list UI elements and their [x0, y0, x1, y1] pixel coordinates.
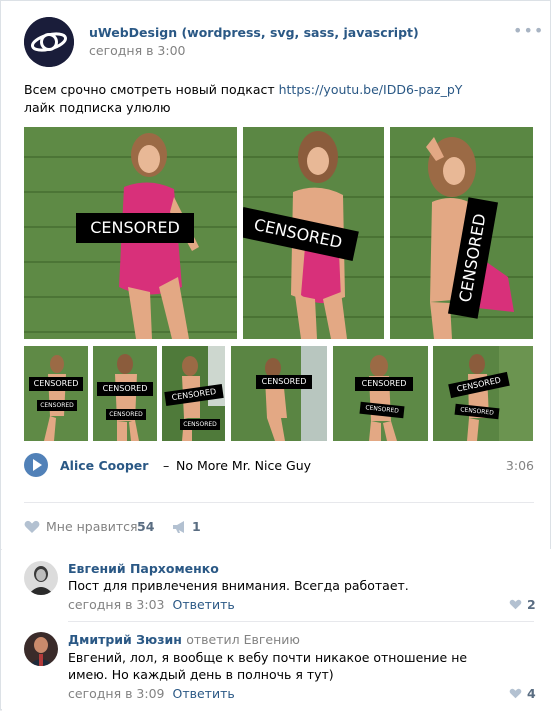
censor-bar: CENSORED: [37, 400, 77, 411]
comment-author[interactable]: Евгений Пархоменко: [68, 561, 219, 576]
post-text-line2: лайк подписка улюлю: [24, 100, 171, 115]
comment-replied-to[interactable]: ответил Евгению: [186, 632, 300, 647]
photo-1[interactable]: CENSORED: [24, 127, 237, 339]
thumb-2[interactable]: CENSORED CENSORED: [93, 346, 157, 441]
censor-bar: CENSORED: [180, 419, 220, 430]
like-label: Мне нравится: [46, 519, 138, 534]
thumb-1[interactable]: CENSORED CENSORED: [24, 346, 88, 441]
comment-like-button[interactable]: 4: [509, 686, 536, 701]
post-date[interactable]: сегодня в 3:00: [89, 43, 186, 58]
heart-icon: [509, 688, 522, 699]
comment-avatar[interactable]: [24, 632, 58, 666]
comment-author-name[interactable]: Дмитрий Зюзин: [68, 632, 182, 647]
censor-bar: CENSORED: [97, 382, 153, 396]
reply-button[interactable]: Ответить: [173, 686, 235, 701]
more-options-icon[interactable]: •••: [513, 23, 544, 39]
photo-2[interactable]: CENSORED: [243, 127, 384, 339]
comment-date[interactable]: сегодня в 3:03: [68, 597, 165, 612]
reply-button[interactable]: Ответить: [173, 597, 235, 612]
comment-text: Евгений, лол, я вообще к вебу почти ника…: [68, 650, 468, 682]
comment-author[interactable]: Дмитрий Зюзин ответил Евгению: [68, 632, 300, 647]
thumb-3[interactable]: CENSORED CENSORED: [162, 346, 225, 441]
share-count: 1: [192, 519, 201, 534]
audio-separator: –: [163, 458, 170, 473]
post-link[interactable]: https://youtu.be/IDD6-paz_pY: [279, 82, 463, 97]
megaphone-icon[interactable]: [172, 520, 188, 534]
comment-meta: сегодня в 3:03 Ответить: [68, 597, 235, 612]
post-text-line1: Всем срочно смотреть новый подкаст: [24, 82, 279, 97]
divider: [24, 502, 534, 503]
like-count: 54: [137, 519, 155, 534]
censor-bar: CENSORED: [106, 409, 146, 420]
comment-meta: сегодня в 3:09 Ответить: [68, 686, 235, 701]
thumb-6[interactable]: CENSORED CENSORED: [433, 346, 533, 441]
audio-duration: 3:06: [505, 458, 534, 473]
comment-date[interactable]: сегодня в 3:09: [68, 686, 165, 701]
comment-avatar[interactable]: [24, 561, 58, 595]
comment-like-button[interactable]: 2: [509, 597, 536, 612]
play-icon[interactable]: [24, 453, 48, 477]
thumb-4[interactable]: CENSORED: [231, 346, 327, 441]
heart-icon: [24, 520, 40, 533]
censor-bar: CENSORED: [29, 377, 83, 391]
photo-3[interactable]: CENSORED: [390, 127, 533, 339]
censor-bar: CENSORED: [256, 375, 312, 389]
comment-text: Пост для привлечения внимания. Всегда ра…: [68, 578, 409, 593]
audio-track[interactable]: Alice Cooper – No More Mr. Nice Guy 3:06: [24, 453, 534, 479]
post-text: Всем срочно смотреть новый подкаст https…: [24, 81, 534, 117]
divider: [68, 621, 534, 622]
audio-artist[interactable]: Alice Cooper: [60, 458, 148, 473]
heart-icon: [509, 599, 522, 610]
comment-like-count: 2: [527, 597, 536, 612]
group-name-link[interactable]: uWebDesign (wordpress, svg, sass, javasc…: [89, 25, 419, 40]
thumb-5[interactable]: CENSORED CENSORED: [333, 346, 428, 441]
censor-bar: CENSORED: [355, 377, 413, 391]
audio-title: No More Mr. Nice Guy: [176, 458, 312, 473]
group-avatar[interactable]: [24, 17, 74, 67]
censor-bar: CENSORED: [76, 213, 194, 243]
wall-post: uWebDesign (wordpress, svg, sass, javasc…: [0, 0, 551, 711]
comment-like-count: 4: [527, 686, 536, 701]
